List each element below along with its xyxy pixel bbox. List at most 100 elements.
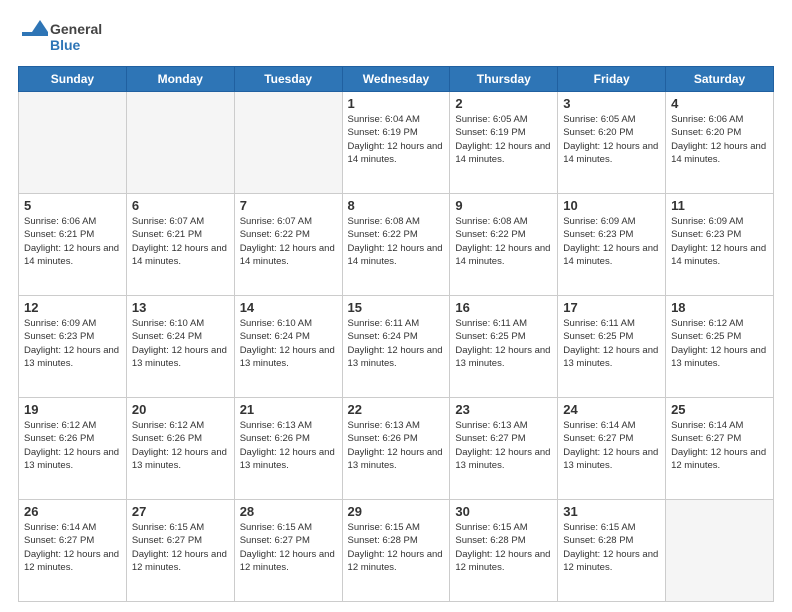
day-info: Sunrise: 6:13 AMSunset: 6:27 PMDaylight:… <box>455 419 552 472</box>
calendar-cell: 18 Sunrise: 6:12 AMSunset: 6:25 PMDayligh… <box>666 296 774 398</box>
day-number: 11 <box>671 198 768 213</box>
day-info: Sunrise: 6:08 AMSunset: 6:22 PMDaylight:… <box>455 215 552 268</box>
day-number: 17 <box>563 300 660 315</box>
calendar-cell: 24 Sunrise: 6:14 AMSunset: 6:27 PMDayligh… <box>558 398 666 500</box>
calendar-cell: 6Sunrise: 6:07 AMSunset: 6:21 PMDaylight… <box>126 194 234 296</box>
day-number: 19 <box>24 402 121 417</box>
day-number: 20 <box>132 402 229 417</box>
calendar-cell <box>126 92 234 194</box>
svg-text:Blue: Blue <box>50 37 81 53</box>
day-number: 31 <box>563 504 660 519</box>
calendar-cell: 26 Sunrise: 6:14 AMSunset: 6:27 PMDayligh… <box>19 500 127 602</box>
calendar-day-header: Monday <box>126 67 234 92</box>
calendar-cell: 21 Sunrise: 6:13 AMSunset: 6:26 PMDayligh… <box>234 398 342 500</box>
day-number: 27 <box>132 504 229 519</box>
calendar-cell: 4 Sunrise: 6:06 AMSunset: 6:20 PMDaylight… <box>666 92 774 194</box>
day-info: Sunrise: 6:11 AMSunset: 6:24 PMDaylight:… <box>348 317 445 370</box>
logo: General Blue <box>18 18 108 56</box>
day-info: Sunrise: 6:05 AMSunset: 6:19 PMDaylight:… <box>455 113 552 166</box>
day-number: 13 <box>132 300 229 315</box>
calendar-cell: 19 Sunrise: 6:12 AMSunset: 6:26 PMDayligh… <box>19 398 127 500</box>
day-info: Sunrise: 6:09 AMSunset: 6:23 PMDaylight:… <box>671 215 768 268</box>
day-number: 16 <box>455 300 552 315</box>
day-number: 30 <box>455 504 552 519</box>
day-number: 15 <box>348 300 445 315</box>
calendar-day-header: Friday <box>558 67 666 92</box>
day-info: Sunrise: 6:14 AMSunset: 6:27 PMDaylight:… <box>671 419 768 472</box>
day-number: 12 <box>24 300 121 315</box>
day-number: 25 <box>671 402 768 417</box>
day-info: Sunrise: 6:15 AMSunset: 6:28 PMDaylight:… <box>563 521 660 574</box>
calendar-day-header: Tuesday <box>234 67 342 92</box>
day-number: 26 <box>24 504 121 519</box>
day-info: Sunrise: 6:05 AMSunset: 6:20 PMDaylight:… <box>563 113 660 166</box>
calendar-cell: 30 Sunrise: 6:15 AMSunset: 6:28 PMDayligh… <box>450 500 558 602</box>
day-number: 1 <box>348 96 445 111</box>
calendar-cell: 12 Sunrise: 6:09 AMSunset: 6:23 PMDayligh… <box>19 296 127 398</box>
day-number: 9 <box>455 198 552 213</box>
day-number: 3 <box>563 96 660 111</box>
day-info: Sunrise: 6:04 AMSunset: 6:19 PMDaylight:… <box>348 113 445 166</box>
day-info: Sunrise: 6:12 AMSunset: 6:25 PMDaylight:… <box>671 317 768 370</box>
day-number: 23 <box>455 402 552 417</box>
calendar-cell <box>666 500 774 602</box>
calendar-cell: 20 Sunrise: 6:12 AMSunset: 6:26 PMDayligh… <box>126 398 234 500</box>
day-number: 29 <box>348 504 445 519</box>
calendar-cell <box>234 92 342 194</box>
calendar-day-header: Sunday <box>19 67 127 92</box>
calendar-cell: 8 Sunrise: 6:08 AMSunset: 6:22 PMDaylight… <box>342 194 450 296</box>
calendar-cell: 1 Sunrise: 6:04 AMSunset: 6:19 PMDaylight… <box>342 92 450 194</box>
day-info: Sunrise: 6:15 AMSunset: 6:27 PMDaylight:… <box>240 521 337 574</box>
day-info: Sunrise: 6:14 AMSunset: 6:27 PMDaylight:… <box>563 419 660 472</box>
day-number: 24 <box>563 402 660 417</box>
day-number: 28 <box>240 504 337 519</box>
day-number: 8 <box>348 198 445 213</box>
day-number: 10 <box>563 198 660 213</box>
calendar-cell: 11 Sunrise: 6:09 AMSunset: 6:23 PMDayligh… <box>666 194 774 296</box>
calendar-cell: 7 Sunrise: 6:07 AMSunset: 6:22 PMDaylight… <box>234 194 342 296</box>
calendar-cell: 9 Sunrise: 6:08 AMSunset: 6:22 PMDaylight… <box>450 194 558 296</box>
calendar-cell: 23 Sunrise: 6:13 AMSunset: 6:27 PMDayligh… <box>450 398 558 500</box>
calendar-cell: 31 Sunrise: 6:15 AMSunset: 6:28 PMDayligh… <box>558 500 666 602</box>
day-info: Sunrise: 6:13 AMSunset: 6:26 PMDaylight:… <box>348 419 445 472</box>
calendar-cell: 3 Sunrise: 6:05 AMSunset: 6:20 PMDaylight… <box>558 92 666 194</box>
day-info: Sunrise: 6:09 AMSunset: 6:23 PMDaylight:… <box>563 215 660 268</box>
day-number: 18 <box>671 300 768 315</box>
logo-svg: General Blue <box>18 18 108 56</box>
day-info: Sunrise: 6:11 AMSunset: 6:25 PMDaylight:… <box>563 317 660 370</box>
calendar-cell <box>19 92 127 194</box>
calendar-cell: 27 Sunrise: 6:15 AMSunset: 6:27 PMDayligh… <box>126 500 234 602</box>
header: General Blue <box>18 18 774 56</box>
calendar-cell: 22 Sunrise: 6:13 AMSunset: 6:26 PMDayligh… <box>342 398 450 500</box>
day-number: 21 <box>240 402 337 417</box>
calendar-cell: 5Sunrise: 6:06 AMSunset: 6:21 PMDaylight… <box>19 194 127 296</box>
calendar-cell: 13 Sunrise: 6:10 AMSunset: 6:24 PMDayligh… <box>126 296 234 398</box>
day-number: 14 <box>240 300 337 315</box>
calendar-cell: 17 Sunrise: 6:11 AMSunset: 6:25 PMDayligh… <box>558 296 666 398</box>
calendar-cell: 28 Sunrise: 6:15 AMSunset: 6:27 PMDayligh… <box>234 500 342 602</box>
day-number: 2 <box>455 96 552 111</box>
day-info: Sunrise: 6:14 AMSunset: 6:27 PMDaylight:… <box>24 521 121 574</box>
day-info: Sunrise: 6:10 AMSunset: 6:24 PMDaylight:… <box>132 317 229 370</box>
day-info: Sunrise: 6:15 AMSunset: 6:28 PMDaylight:… <box>455 521 552 574</box>
calendar-cell: 14Sunrise: 6:10 AMSunset: 6:24 PMDayligh… <box>234 296 342 398</box>
day-info: Sunrise: 6:12 AMSunset: 6:26 PMDaylight:… <box>24 419 121 472</box>
day-info: Sunrise: 6:13 AMSunset: 6:26 PMDaylight:… <box>240 419 337 472</box>
svg-text:General: General <box>50 21 102 37</box>
day-info: Sunrise: 6:07 AMSunset: 6:21 PMDaylight:… <box>132 215 229 268</box>
day-info: Sunrise: 6:12 AMSunset: 6:26 PMDaylight:… <box>132 419 229 472</box>
day-info: Sunrise: 6:15 AMSunset: 6:27 PMDaylight:… <box>132 521 229 574</box>
day-info: Sunrise: 6:06 AMSunset: 6:20 PMDaylight:… <box>671 113 768 166</box>
calendar-cell: 2 Sunrise: 6:05 AMSunset: 6:19 PMDaylight… <box>450 92 558 194</box>
day-number: 22 <box>348 402 445 417</box>
day-info: Sunrise: 6:09 AMSunset: 6:23 PMDaylight:… <box>24 317 121 370</box>
day-number: 4 <box>671 96 768 111</box>
calendar-cell: 25 Sunrise: 6:14 AMSunset: 6:27 PMDayligh… <box>666 398 774 500</box>
day-info: Sunrise: 6:07 AMSunset: 6:22 PMDaylight:… <box>240 215 337 268</box>
day-info: Sunrise: 6:11 AMSunset: 6:25 PMDaylight:… <box>455 317 552 370</box>
calendar-week-row: 5Sunrise: 6:06 AMSunset: 6:21 PMDaylight… <box>19 194 774 296</box>
day-number: 7 <box>240 198 337 213</box>
day-info: Sunrise: 6:08 AMSunset: 6:22 PMDaylight:… <box>348 215 445 268</box>
day-number: 5 <box>24 198 121 213</box>
calendar-cell: 15 Sunrise: 6:11 AMSunset: 6:24 PMDayligh… <box>342 296 450 398</box>
